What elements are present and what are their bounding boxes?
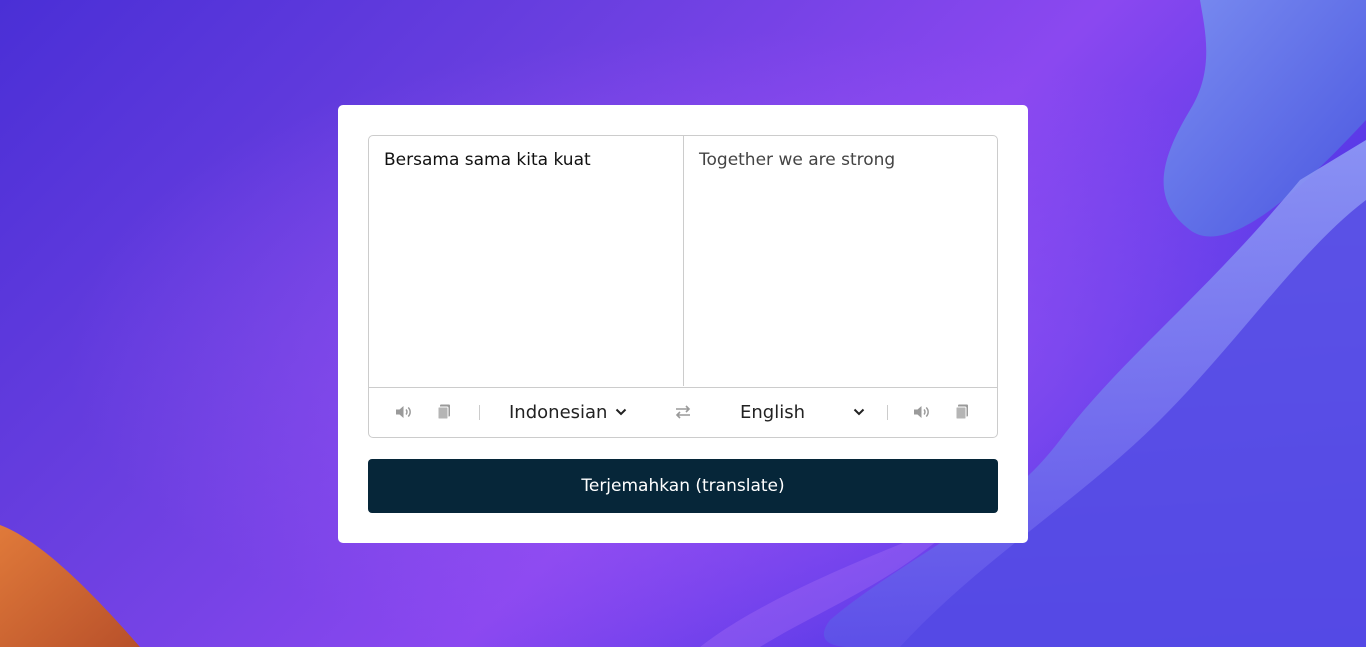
chevron-down-icon — [853, 408, 865, 416]
exchange-arrows-icon[interactable] — [673, 402, 693, 422]
to-language-select[interactable]: English — [740, 387, 865, 437]
from-controls — [394, 387, 454, 437]
volume-icon[interactable] — [912, 402, 932, 422]
from-language-select[interactable]: Indonesian — [509, 387, 627, 437]
translator-wrapper: Bersama sama kita kuat Together we are s… — [368, 135, 998, 438]
controls-row: Indonesian English — [369, 387, 997, 437]
divider — [887, 405, 888, 420]
copy-icon[interactable] — [434, 402, 454, 422]
copy-icon[interactable] — [952, 402, 972, 422]
volume-icon[interactable] — [394, 402, 414, 422]
exchange-control — [673, 387, 693, 437]
from-language-label: Indonesian — [509, 401, 608, 423]
translator-card: Bersama sama kita kuat Together we are s… — [338, 105, 1028, 543]
from-text-input[interactable]: Bersama sama kita kuat — [369, 136, 684, 386]
translate-button[interactable]: Terjemahkan (translate) — [368, 459, 998, 513]
text-area-row: Bersama sama kita kuat Together we are s… — [369, 136, 997, 388]
divider — [479, 405, 480, 420]
to-text-output[interactable]: Together we are strong — [684, 136, 997, 386]
to-language-label: English — [740, 401, 805, 423]
to-controls — [912, 387, 972, 437]
chevron-down-icon — [615, 408, 627, 416]
